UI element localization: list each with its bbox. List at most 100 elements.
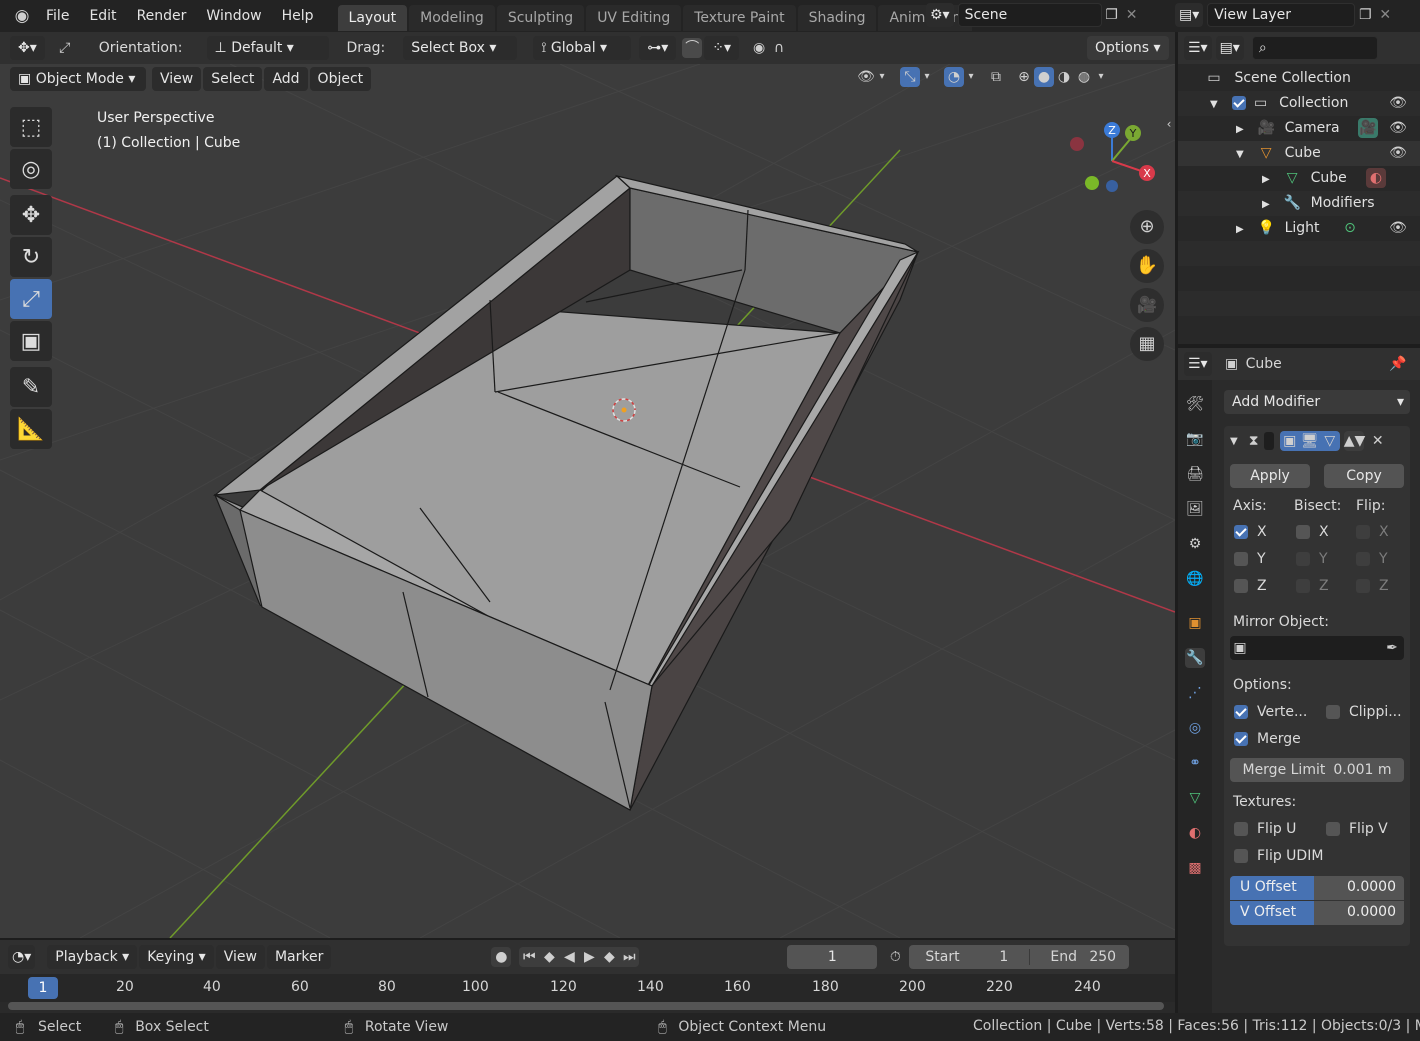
chevron-down-icon[interactable]: ▼ (1230, 436, 1238, 447)
object-menu[interactable]: Object (309, 67, 372, 91)
axis-z-checkbox[interactable] (1234, 579, 1248, 593)
flip-z-checkbox[interactable] (1356, 579, 1370, 593)
outliner-row-cube[interactable]: ▼ ▽ Cube 👁 (1178, 141, 1420, 166)
proportional-edit-icon[interactable]: ◉ (749, 38, 769, 58)
3d-viewport[interactable]: ▣ Object Mode ▾ View Select Add Object 👁… (0, 64, 1175, 938)
delete-scene-icon[interactable]: ✕ (1122, 5, 1142, 25)
chevron-down-icon[interactable]: ▼ (1236, 149, 1244, 160)
prev-keyframe-icon[interactable]: ◆ (539, 947, 559, 967)
outliner-row-light[interactable]: ▶ 💡 Light ⊙ 👁 (1178, 216, 1420, 241)
realtime-toggle-icon[interactable]: 🖥 (1299, 431, 1320, 451)
bisect-z-checkbox[interactable] (1296, 579, 1310, 593)
outliner-row-camera[interactable]: ▶ 🎥 Camera 🎥 👁 (1178, 116, 1420, 141)
close-icon[interactable]: ✕ (1368, 431, 1388, 451)
copy-button[interactable]: Copy (1324, 464, 1404, 488)
camera-data-icon[interactable]: 🎥 (1358, 118, 1378, 138)
outliner-row-cube-mesh[interactable]: ▶ ▽ Cube ◐ (1178, 166, 1420, 191)
outliner-row-scene-collection[interactable]: ▭ Scene Collection (1178, 66, 1420, 91)
tab-sculpting[interactable]: Sculpting (496, 5, 585, 31)
move-up-down-icon[interactable]: ▲▼ (1343, 431, 1365, 451)
flip-y-checkbox[interactable] (1356, 552, 1370, 566)
menu-help[interactable]: Help (272, 0, 324, 32)
chevron-right-icon[interactable]: ▶ (1262, 199, 1270, 210)
play-icon[interactable]: ▶ (579, 947, 599, 967)
vertex-groups-checkbox[interactable] (1234, 705, 1248, 719)
tab-texture-paint[interactable]: Texture Paint (683, 5, 796, 31)
output-tab-icon[interactable]: 🖨 (1185, 464, 1205, 484)
pivot-point-dropdown[interactable]: ⊶▾ (639, 36, 677, 60)
chevron-right-icon[interactable]: ▶ (1236, 124, 1244, 135)
snap-target-dropdown[interactable]: ⁘▾ (704, 36, 740, 60)
new-view-layer-icon[interactable]: ❐ (1355, 5, 1375, 25)
bisect-y-checkbox[interactable] (1296, 552, 1310, 566)
scene-name-field[interactable]: Scene (957, 3, 1102, 27)
navigation-gizmo[interactable]: Z Y X (1065, 119, 1165, 209)
eye-icon[interactable]: 👁 (1388, 118, 1408, 138)
end-frame-field[interactable]: 250 (1079, 949, 1129, 965)
chevron-right-icon[interactable]: ▶ (1236, 224, 1244, 235)
scene-selector-button[interactable]: ⚙▾ (926, 3, 954, 27)
annotate-tool-icon[interactable]: ✎ (10, 367, 52, 407)
apply-button[interactable]: Apply (1230, 464, 1310, 488)
orientation-dropdown[interactable]: ⊥ Default ▾ (206, 36, 329, 60)
add-modifier-dropdown[interactable]: Add Modifier ▾ (1224, 390, 1410, 414)
sidebar-toggle-icon[interactable]: ‹ (1163, 114, 1175, 134)
outliner-editor-type-button[interactable]: ☰▾ (1184, 36, 1212, 60)
modifier-tab-icon[interactable]: 🔧 (1185, 648, 1205, 668)
delete-view-layer-icon[interactable]: ✕ (1375, 5, 1395, 25)
texture-tab-icon[interactable]: ▩ (1185, 858, 1205, 878)
eye-icon[interactable]: 👁 (1388, 218, 1408, 238)
solid-shading-icon[interactable]: ● (1034, 67, 1054, 87)
chevron-down-icon[interactable]: ▾ (920, 67, 934, 87)
view-layer-selector-button[interactable]: ▤▾ (1175, 3, 1204, 27)
light-data-icon[interactable]: ⊙ (1340, 218, 1360, 238)
view-layer-name-field[interactable]: View Layer (1207, 3, 1356, 27)
wireframe-shading-icon[interactable]: ⊕ (1014, 67, 1034, 87)
playhead[interactable]: 1 (28, 977, 58, 999)
chevron-down-icon[interactable]: ▾ (876, 67, 888, 87)
eye-icon[interactable]: 👁 (1388, 93, 1408, 113)
material-shading-icon[interactable]: ◑ (1054, 67, 1074, 87)
keying-menu[interactable]: Keying ▾ (139, 945, 214, 969)
current-frame-field[interactable]: 1 (787, 945, 878, 969)
menu-file[interactable]: File (36, 0, 79, 32)
add-menu[interactable]: Add (264, 67, 308, 91)
mode-dropdown[interactable]: ▣ Object Mode ▾ (10, 67, 146, 91)
axis-y-checkbox[interactable] (1234, 552, 1248, 566)
jump-start-icon[interactable]: ⏮ (519, 947, 539, 967)
physics-tab-icon[interactable]: ◎ (1185, 718, 1205, 738)
view-layer-tab-icon[interactable]: 🖼 (1185, 499, 1205, 519)
select-menu[interactable]: Select (203, 67, 263, 91)
menu-edit[interactable]: Edit (79, 0, 126, 32)
xray-icon[interactable]: ⧉ (986, 67, 1006, 87)
stopwatch-icon[interactable]: ⏱ (885, 947, 905, 967)
gizmo-toggle-icon[interactable]: ⤡ (900, 67, 920, 87)
next-keyframe-icon[interactable]: ◆ (599, 947, 619, 967)
playback-menu[interactable]: Playback ▾ (47, 945, 138, 969)
ortho-grid-icon[interactable]: ▦ (1130, 327, 1164, 361)
cursor-tool-icon[interactable]: ◎ (10, 149, 52, 189)
particles-tab-icon[interactable]: ⋰ (1185, 683, 1205, 703)
transform-tool-icon[interactable]: ▣ (10, 321, 52, 361)
outliner-search-input[interactable]: ⌕ (1251, 36, 1378, 60)
clipping-checkbox[interactable] (1326, 705, 1340, 719)
properties-editor-type-button[interactable]: ☰▾ (1184, 352, 1212, 376)
select-box-tool-icon[interactable]: ⬚ (10, 107, 52, 147)
pan-hand-icon[interactable]: ✋ (1130, 249, 1164, 283)
rendered-shading-icon[interactable]: ◍ (1074, 67, 1094, 87)
visibility-icon[interactable]: 👁 (856, 67, 876, 87)
merge-limit-field[interactable]: Merge Limit 0.001 m (1230, 758, 1404, 782)
editmode-toggle-icon[interactable]: ▣ (1279, 431, 1300, 451)
snap-icon[interactable]: ⌒ (682, 38, 703, 58)
flip-udim-checkbox[interactable] (1234, 849, 1248, 863)
cube-object[interactable] (212, 174, 920, 811)
zoom-icon[interactable]: ⊕ (1130, 210, 1164, 244)
material-tab-icon[interactable]: ◐ (1185, 823, 1205, 843)
flip-u-checkbox[interactable] (1234, 822, 1248, 836)
record-icon[interactable]: ● (491, 947, 512, 967)
flip-v-checkbox[interactable] (1326, 822, 1340, 836)
scale-tool-icon[interactable]: ⤢ (10, 279, 52, 319)
chevron-right-icon[interactable]: ▶ (1262, 174, 1270, 185)
jump-end-icon[interactable]: ⏭ (619, 947, 639, 967)
transform-pivot-icon[interactable]: ⤢ (55, 38, 75, 58)
